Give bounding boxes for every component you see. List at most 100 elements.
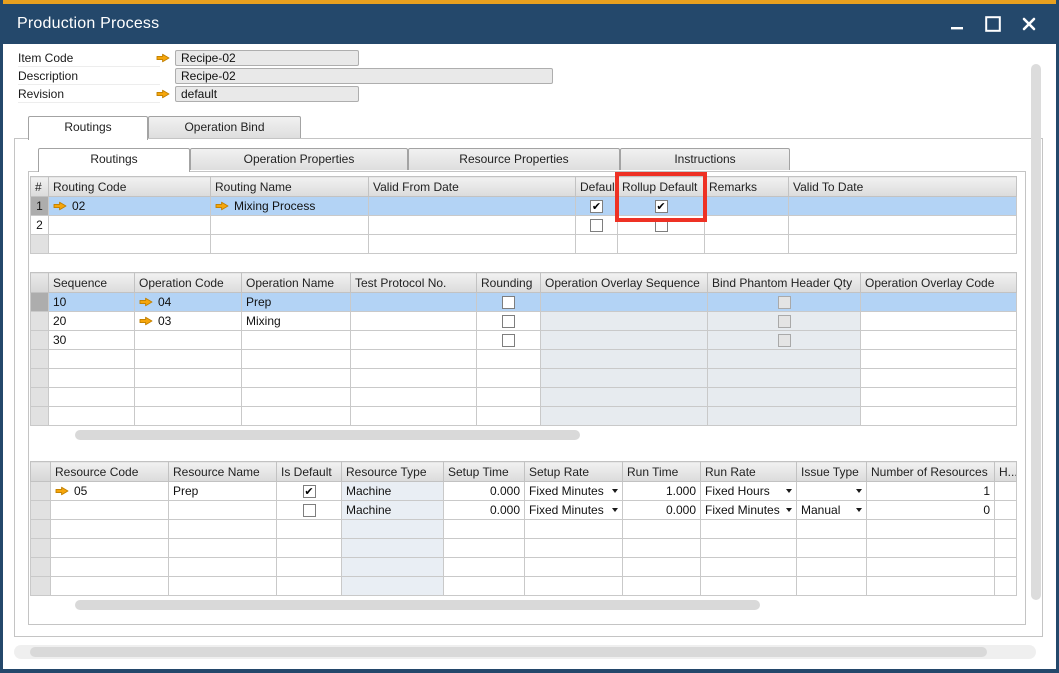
operation-code-cell[interactable] bbox=[135, 331, 242, 350]
empty-cell[interactable] bbox=[169, 520, 277, 539]
operation-name-cell[interactable]: Mixing bbox=[242, 312, 351, 331]
h-cell[interactable] bbox=[995, 482, 1017, 501]
h-cell[interactable] bbox=[995, 501, 1017, 520]
overlay-code-cell[interactable] bbox=[861, 293, 1017, 312]
operation-name-cell[interactable] bbox=[242, 331, 351, 350]
rollup-default-checkbox[interactable] bbox=[655, 219, 668, 232]
run-time-cell[interactable]: 1.000 bbox=[623, 482, 701, 501]
valid-from-cell[interactable] bbox=[369, 197, 576, 216]
empty-cell[interactable] bbox=[277, 520, 342, 539]
empty-cell[interactable] bbox=[169, 558, 277, 577]
operation-code-cell[interactable]: 04 bbox=[135, 293, 242, 312]
row-selector-cell[interactable] bbox=[31, 331, 49, 350]
empty-cell[interactable] bbox=[169, 539, 277, 558]
empty-cell[interactable] bbox=[49, 235, 211, 254]
empty-cell[interactable] bbox=[135, 388, 242, 407]
rounding-checkbox[interactable] bbox=[502, 296, 515, 309]
rollup-default-cell[interactable] bbox=[618, 216, 705, 235]
revision-field[interactable]: default bbox=[175, 86, 359, 102]
empty-cell[interactable] bbox=[51, 558, 169, 577]
routing-name-cell[interactable] bbox=[211, 216, 369, 235]
empty-cell[interactable] bbox=[444, 539, 525, 558]
empty-cell[interactable] bbox=[342, 577, 444, 596]
empty-cell[interactable] bbox=[701, 539, 797, 558]
remarks-cell[interactable] bbox=[705, 197, 789, 216]
row-selector-cell[interactable] bbox=[31, 312, 49, 331]
empty-cell[interactable] bbox=[31, 407, 49, 426]
subtab-instructions[interactable]: Instructions bbox=[620, 148, 790, 170]
remarks-cell[interactable] bbox=[705, 216, 789, 235]
empty-cell[interactable] bbox=[444, 558, 525, 577]
empty-cell[interactable] bbox=[797, 520, 867, 539]
empty-cell[interactable] bbox=[49, 350, 135, 369]
empty-cell[interactable] bbox=[342, 539, 444, 558]
default-checkbox[interactable] bbox=[590, 200, 603, 213]
overlay-code-cell[interactable] bbox=[861, 331, 1017, 350]
empty-cell[interactable] bbox=[525, 558, 623, 577]
empty-cell[interactable] bbox=[369, 235, 576, 254]
rounding-checkbox[interactable] bbox=[502, 334, 515, 347]
empty-cell[interactable] bbox=[867, 520, 995, 539]
operations-horizontal-scrollbar[interactable] bbox=[75, 430, 580, 440]
empty-cell[interactable] bbox=[623, 577, 701, 596]
run-time-cell[interactable]: 0.000 bbox=[623, 501, 701, 520]
rounding-cell[interactable] bbox=[477, 293, 541, 312]
empty-cell[interactable] bbox=[861, 369, 1017, 388]
empty-cell[interactable] bbox=[31, 388, 49, 407]
empty-cell[interactable] bbox=[444, 520, 525, 539]
empty-cell[interactable] bbox=[31, 350, 49, 369]
valid-to-cell[interactable] bbox=[789, 216, 1017, 235]
link-arrow-icon[interactable] bbox=[53, 201, 67, 211]
empty-cell[interactable] bbox=[861, 388, 1017, 407]
rollup-default-checkbox[interactable] bbox=[655, 200, 668, 213]
resource-code-cell[interactable] bbox=[51, 501, 169, 520]
resource-name-cell[interactable]: Prep bbox=[169, 482, 277, 501]
empty-cell[interactable] bbox=[701, 558, 797, 577]
empty-cell[interactable] bbox=[995, 539, 1017, 558]
empty-cell[interactable] bbox=[51, 577, 169, 596]
empty-cell[interactable] bbox=[861, 407, 1017, 426]
tab-operation-bind[interactable]: Operation Bind bbox=[148, 116, 301, 138]
rounding-checkbox[interactable] bbox=[502, 315, 515, 328]
empty-cell[interactable] bbox=[31, 520, 51, 539]
empty-cell[interactable] bbox=[211, 235, 369, 254]
rounding-cell[interactable] bbox=[477, 312, 541, 331]
overlay-code-cell[interactable] bbox=[861, 312, 1017, 331]
resources-horizontal-scrollbar[interactable] bbox=[75, 600, 760, 610]
empty-cell[interactable] bbox=[351, 407, 477, 426]
default-cell[interactable] bbox=[576, 216, 618, 235]
subtab-routings[interactable]: Routings bbox=[38, 148, 190, 172]
empty-cell[interactable] bbox=[623, 558, 701, 577]
close-icon[interactable] bbox=[1018, 13, 1040, 35]
empty-cell[interactable] bbox=[789, 235, 1017, 254]
empty-cell[interactable] bbox=[49, 407, 135, 426]
empty-cell[interactable] bbox=[31, 577, 51, 596]
empty-cell[interactable] bbox=[342, 520, 444, 539]
operation-code-cell[interactable]: 03 bbox=[135, 312, 242, 331]
empty-cell[interactable] bbox=[797, 577, 867, 596]
empty-cell[interactable] bbox=[995, 520, 1017, 539]
minimize-icon[interactable] bbox=[946, 13, 968, 35]
empty-cell[interactable] bbox=[135, 350, 242, 369]
empty-cell[interactable] bbox=[51, 539, 169, 558]
dropdown-arrow-icon[interactable] bbox=[612, 489, 618, 493]
num-resources-cell[interactable]: 1 bbox=[867, 482, 995, 501]
issue-type-cell[interactable]: Manual bbox=[797, 501, 867, 520]
default-checkbox[interactable] bbox=[590, 219, 603, 232]
tab-routings[interactable]: Routings bbox=[28, 116, 148, 140]
empty-cell[interactable] bbox=[242, 388, 351, 407]
empty-cell[interactable] bbox=[31, 369, 49, 388]
is-default-cell[interactable] bbox=[277, 482, 342, 501]
test-protocol-cell[interactable] bbox=[351, 293, 477, 312]
resource-type-cell[interactable]: Machine bbox=[342, 482, 444, 501]
dropdown-arrow-icon[interactable] bbox=[786, 489, 792, 493]
row-number-cell[interactable]: 1 bbox=[31, 197, 49, 216]
empty-cell[interactable] bbox=[477, 369, 541, 388]
row-selector-cell[interactable] bbox=[31, 293, 49, 312]
maximize-icon[interactable] bbox=[982, 13, 1004, 35]
row-number-cell[interactable]: 2 bbox=[31, 216, 49, 235]
run-rate-cell[interactable]: Fixed Hours bbox=[701, 482, 797, 501]
resource-name-cell[interactable] bbox=[169, 501, 277, 520]
setup-time-cell[interactable]: 0.000 bbox=[444, 501, 525, 520]
empty-cell[interactable] bbox=[576, 235, 618, 254]
